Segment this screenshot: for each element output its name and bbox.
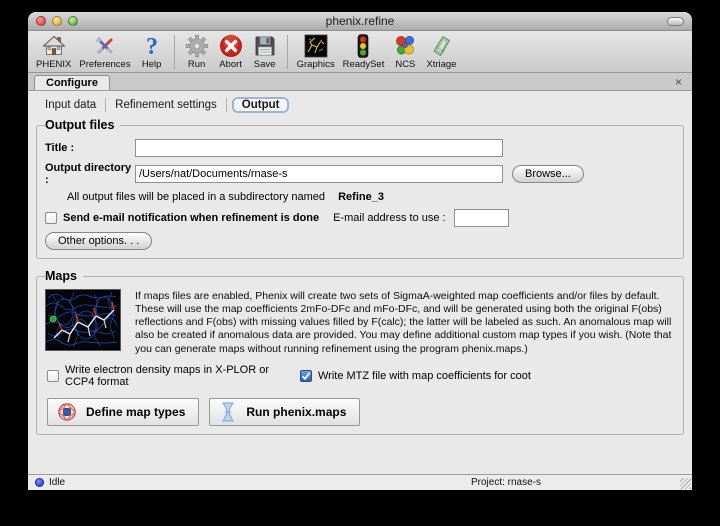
- gear-icon: [184, 33, 210, 59]
- map-sphere-icon: [57, 402, 77, 422]
- project-label: Project: rnase-s: [436, 477, 576, 488]
- close-window-button[interactable]: [36, 16, 46, 26]
- tab-input-data[interactable]: Input data: [36, 98, 106, 112]
- other-options-button[interactable]: Other options. . .: [45, 232, 152, 250]
- status-text: Idle: [49, 477, 65, 488]
- tab-refinement-settings[interactable]: Refinement settings: [106, 98, 227, 112]
- browse-button[interactable]: Browse...: [512, 165, 584, 183]
- toolbar-label: PHENIX: [36, 59, 71, 70]
- configure-panel: Input data Refinement settings Output Ou…: [28, 91, 692, 474]
- status-dot-icon: [35, 478, 44, 487]
- toolbar-button-help[interactable]: ? Help: [135, 33, 169, 70]
- toolbar-label: Run: [188, 59, 205, 70]
- xplor-ccp4-checkbox-row: Write electron density maps in X-PLOR or…: [47, 364, 300, 388]
- title-label: Title :: [45, 142, 135, 154]
- graphics-icon: [303, 33, 329, 59]
- toolbar-button-readyset[interactable]: ReadySet: [339, 33, 389, 70]
- window-title: phenix.refine: [28, 14, 692, 28]
- traffic-light-icon: [350, 33, 376, 59]
- toolbar-button-abort[interactable]: Abort: [214, 33, 248, 70]
- output-directory-label: Output directory :: [45, 162, 135, 186]
- app-window: phenix.refine PHENIX: [28, 12, 692, 490]
- resize-grip[interactable]: [680, 478, 691, 489]
- define-map-types-button[interactable]: Define map types: [47, 398, 199, 426]
- define-map-types-label: Define map types: [86, 405, 185, 419]
- save-icon: [252, 33, 278, 59]
- tools-icon: [92, 33, 118, 59]
- email-address-input[interactable]: [454, 209, 509, 227]
- toolbar-button-xtriage[interactable]: Xtriage: [422, 33, 460, 70]
- close-icon[interactable]: ×: [675, 77, 682, 87]
- toolbar-label: ReadySet: [343, 59, 385, 70]
- spheres-icon: [392, 33, 418, 59]
- configure-strip: Configure ×: [28, 73, 692, 91]
- mtz-coot-checkbox[interactable]: [300, 370, 312, 382]
- zoom-window-button[interactable]: [68, 16, 78, 26]
- toolbar-button-save[interactable]: Save: [248, 33, 282, 70]
- toolbar-button-run[interactable]: Run: [180, 33, 214, 70]
- toolbar-separator: [287, 35, 288, 69]
- toolbar-button-phenix[interactable]: PHENIX: [32, 33, 75, 70]
- electron-density-thumbnail: [45, 289, 121, 351]
- abort-icon: [218, 33, 244, 59]
- output-directory-input[interactable]: [135, 165, 503, 183]
- toolbar: PHENIX Preferences: [28, 31, 692, 73]
- maps-legend: Maps: [45, 269, 83, 283]
- configure-tab[interactable]: Configure: [34, 75, 110, 90]
- run-phenix-maps-button[interactable]: Run phenix.maps: [209, 398, 360, 426]
- status-bar: Idle Project: rnase-s: [28, 474, 692, 490]
- toolbar-label: NCS: [395, 59, 415, 70]
- toolbar-label: Preferences: [79, 59, 130, 70]
- toolbar-toggle-button[interactable]: [667, 17, 684, 26]
- email-address-label: E-mail address to use :: [333, 212, 446, 224]
- xplor-ccp4-checkbox-label: Write electron density maps in X-PLOR or…: [65, 364, 300, 388]
- output-files-legend: Output files: [45, 118, 120, 132]
- question-icon: ?: [139, 33, 165, 59]
- maps-mesh-icon: [219, 402, 237, 422]
- mtz-coot-checkbox-label: Write MTZ file with map coefficients for…: [318, 370, 531, 382]
- toolbar-label: Save: [254, 59, 276, 70]
- subdirectory-note-text: All output files will be placed in a sub…: [67, 191, 325, 203]
- toolbar-separator: [174, 35, 175, 69]
- output-files-group: Output files Title : Output directory : …: [36, 118, 684, 259]
- maps-description: If maps files are enabled, Phenix will c…: [135, 289, 675, 356]
- xplor-ccp4-checkbox[interactable]: [47, 370, 59, 382]
- traffic-lights: [36, 16, 78, 26]
- email-notification-checkbox[interactable]: [45, 212, 57, 224]
- title-bar[interactable]: phenix.refine: [28, 12, 692, 31]
- toolbar-button-ncs[interactable]: NCS: [388, 33, 422, 70]
- title-input[interactable]: [135, 139, 503, 157]
- toolbar-button-preferences[interactable]: Preferences: [75, 33, 134, 70]
- minimize-window-button[interactable]: [52, 16, 62, 26]
- toolbar-label: Xtriage: [426, 59, 456, 70]
- crystal-icon: [428, 33, 454, 59]
- run-phenix-maps-label: Run phenix.maps: [246, 405, 346, 419]
- subdirectory-name: Refine_3: [338, 191, 384, 203]
- toolbar-label: Graphics: [297, 59, 335, 70]
- email-notification-label: Send e-mail notification when refinement…: [63, 212, 319, 224]
- toolbar-label: Abort: [219, 59, 242, 70]
- svg-text:?: ?: [146, 34, 158, 59]
- settings-tab-bar: Input data Refinement settings Output: [36, 94, 686, 116]
- mtz-coot-checkbox-row: Write MTZ file with map coefficients for…: [300, 364, 531, 388]
- tab-output[interactable]: Output: [232, 97, 290, 113]
- toolbar-label: Help: [142, 59, 162, 70]
- maps-group: Maps: [36, 269, 684, 435]
- home-icon: [41, 33, 67, 59]
- subdirectory-note: All output files will be placed in a sub…: [67, 191, 675, 203]
- toolbar-button-graphics[interactable]: Graphics: [293, 33, 339, 70]
